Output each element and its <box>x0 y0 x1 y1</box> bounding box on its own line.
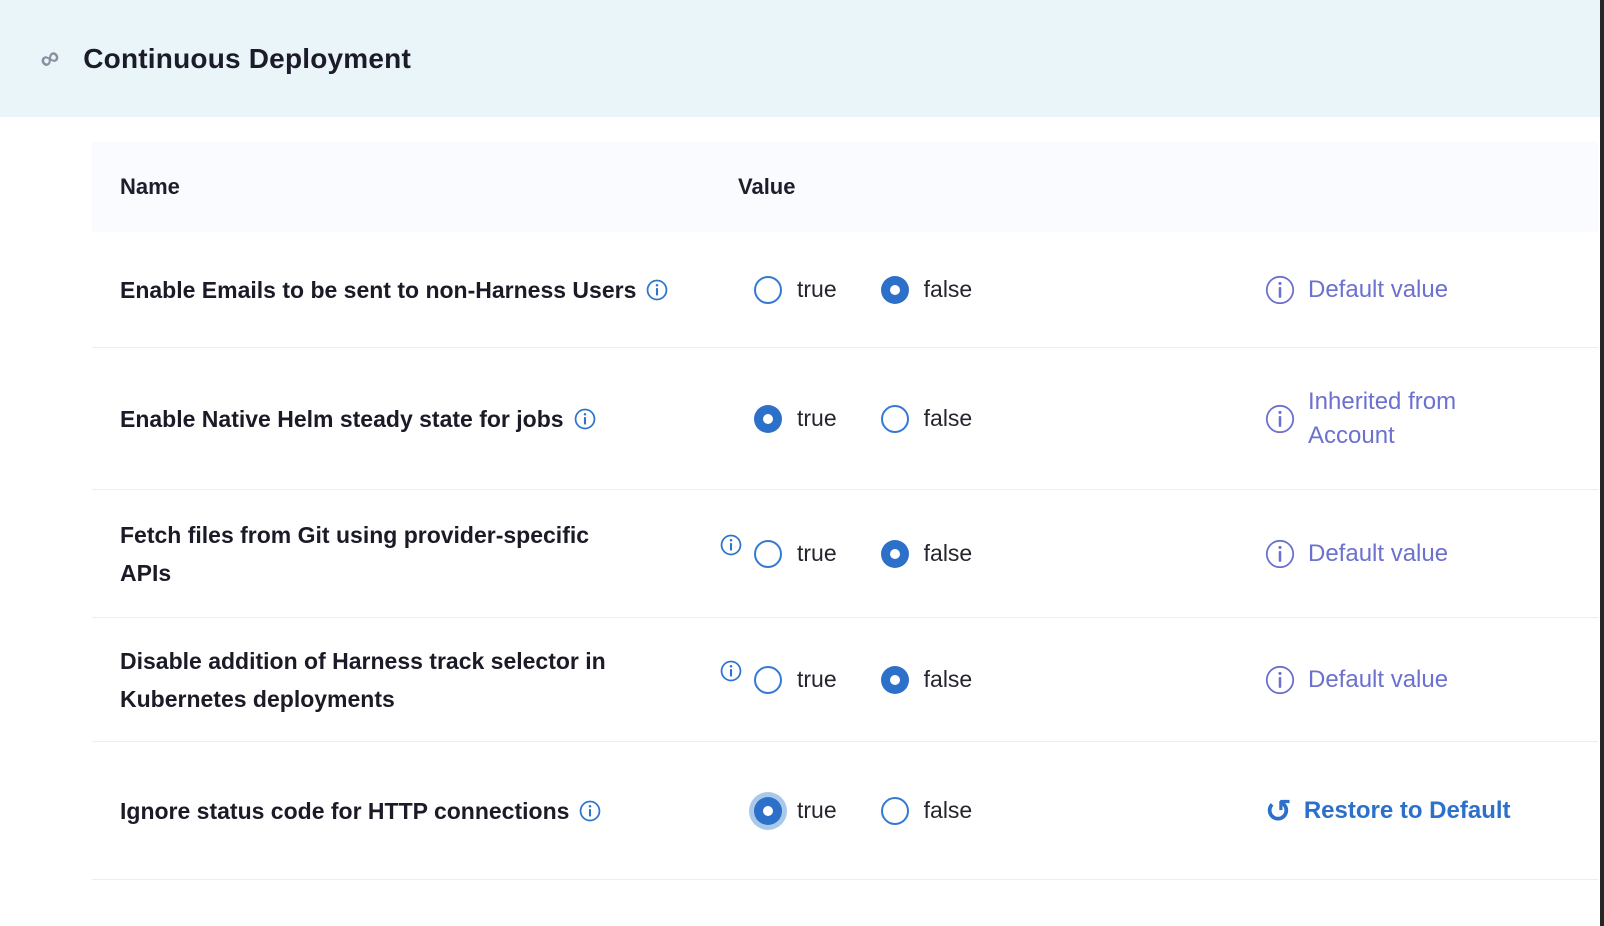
status-label: Default value <box>1308 663 1448 697</box>
column-header-value: Value <box>738 174 795 200</box>
setting-name: Disable addition of Harness track select… <box>120 648 606 712</box>
radio-group: true false <box>754 405 1224 433</box>
info-icon[interactable] <box>1265 404 1295 434</box>
info-icon-slot <box>720 669 754 691</box>
radio-group: true false <box>754 797 1224 825</box>
radio-option-true[interactable]: true <box>754 276 837 304</box>
radio-false-circle[interactable] <box>881 276 909 304</box>
setting-name-cell: Ignore status code for HTTP connections <box>120 792 720 830</box>
radio-false-label: false <box>924 666 973 693</box>
radio-false-label: false <box>924 405 973 432</box>
restore-label: Restore to Default <box>1304 797 1511 825</box>
radio-group: true false <box>754 276 1224 304</box>
table-body: Enable Emails to be sent to non-Harness … <box>92 232 1598 880</box>
radio-group: true false <box>754 666 1224 694</box>
setting-name-cell: Disable addition of Harness track select… <box>120 642 720 718</box>
status-label: Default value <box>1308 273 1448 307</box>
status-cell: ↺ Restore to Default <box>1224 797 1598 825</box>
status-info: Inherited from Account <box>1265 385 1456 453</box>
radio-true-label: true <box>797 405 837 432</box>
radio-true-circle[interactable] <box>754 540 782 568</box>
status-info: Default value <box>1265 273 1448 307</box>
info-icon[interactable] <box>720 534 742 556</box>
info-icon[interactable] <box>1265 539 1295 569</box>
radio-option-true[interactable]: true <box>754 797 837 825</box>
radio-true-label: true <box>797 666 837 693</box>
status-cell: Default value <box>1224 663 1598 697</box>
setting-name: Enable Native Helm steady state for jobs <box>120 406 564 432</box>
table-row: Fetch files from Git using provider-spec… <box>92 490 1598 618</box>
radio-false-label: false <box>924 276 973 303</box>
info-icon[interactable] <box>1265 275 1295 305</box>
setting-name-cell: Enable Native Helm steady state for jobs <box>120 400 720 438</box>
page-title: Continuous Deployment <box>83 43 411 75</box>
radio-true-label: true <box>797 540 837 567</box>
restore-to-default-button[interactable]: ↺ Restore to Default <box>1265 797 1511 825</box>
info-icon[interactable] <box>579 800 601 822</box>
radio-true-label: true <box>797 276 837 303</box>
info-icon-slot <box>720 543 754 565</box>
settings-table: Name Value Enable Emails to be sent to n… <box>92 142 1598 880</box>
radio-option-false[interactable]: false <box>881 276 973 304</box>
status-label: Inherited from Account <box>1308 385 1456 453</box>
radio-false-circle[interactable] <box>881 540 909 568</box>
setting-name: Ignore status code for HTTP connections <box>120 798 569 824</box>
radio-false-circle[interactable] <box>881 666 909 694</box>
setting-name-cell: Enable Emails to be sent to non-Harness … <box>120 271 720 309</box>
radio-false-circle[interactable] <box>881 405 909 433</box>
info-icon[interactable] <box>1265 665 1295 695</box>
radio-option-true[interactable]: true <box>754 540 837 568</box>
status-cell: Default value <box>1224 273 1598 307</box>
status-cell: Inherited from Account <box>1224 385 1598 453</box>
radio-false-label: false <box>924 540 973 567</box>
radio-true-label: true <box>797 797 837 824</box>
radio-true-circle[interactable] <box>754 405 782 433</box>
status-info: Default value <box>1265 663 1448 697</box>
table-row: Enable Emails to be sent to non-Harness … <box>92 232 1598 348</box>
infinity-link-icon: ∞ <box>35 42 65 75</box>
radio-option-false[interactable]: false <box>881 405 973 433</box>
info-icon[interactable] <box>646 279 668 301</box>
radio-true-circle[interactable] <box>754 276 782 304</box>
radio-option-true[interactable]: true <box>754 405 837 433</box>
table-header-row: Name Value <box>92 142 1598 232</box>
section-header: ∞ Continuous Deployment <box>0 0 1604 117</box>
status-label: Default value <box>1308 537 1448 571</box>
radio-option-true[interactable]: true <box>754 666 837 694</box>
status-cell: Default value <box>1224 537 1598 571</box>
radio-group: true false <box>754 540 1224 568</box>
radio-true-circle[interactable] <box>754 666 782 694</box>
restore-undo-icon: ↺ <box>1265 797 1292 825</box>
radio-option-false[interactable]: false <box>881 797 973 825</box>
column-header-name: Name <box>120 174 738 200</box>
radio-false-circle[interactable] <box>881 797 909 825</box>
radio-option-false[interactable]: false <box>881 540 973 568</box>
setting-name: Fetch files from Git using provider-spec… <box>120 522 589 586</box>
setting-name: Enable Emails to be sent to non-Harness … <box>120 277 636 303</box>
table-row: Enable Native Helm steady state for jobs… <box>92 348 1598 490</box>
screen-edge <box>1600 0 1604 926</box>
info-icon[interactable] <box>574 408 596 430</box>
setting-name-cell: Fetch files from Git using provider-spec… <box>120 516 720 592</box>
status-info: Default value <box>1265 537 1448 571</box>
radio-option-false[interactable]: false <box>881 666 973 694</box>
radio-true-circle[interactable] <box>754 797 782 825</box>
radio-false-label: false <box>924 797 973 824</box>
table-row: Ignore status code for HTTP connections … <box>92 742 1598 880</box>
info-icon[interactable] <box>720 660 742 682</box>
table-row: Disable addition of Harness track select… <box>92 618 1598 742</box>
